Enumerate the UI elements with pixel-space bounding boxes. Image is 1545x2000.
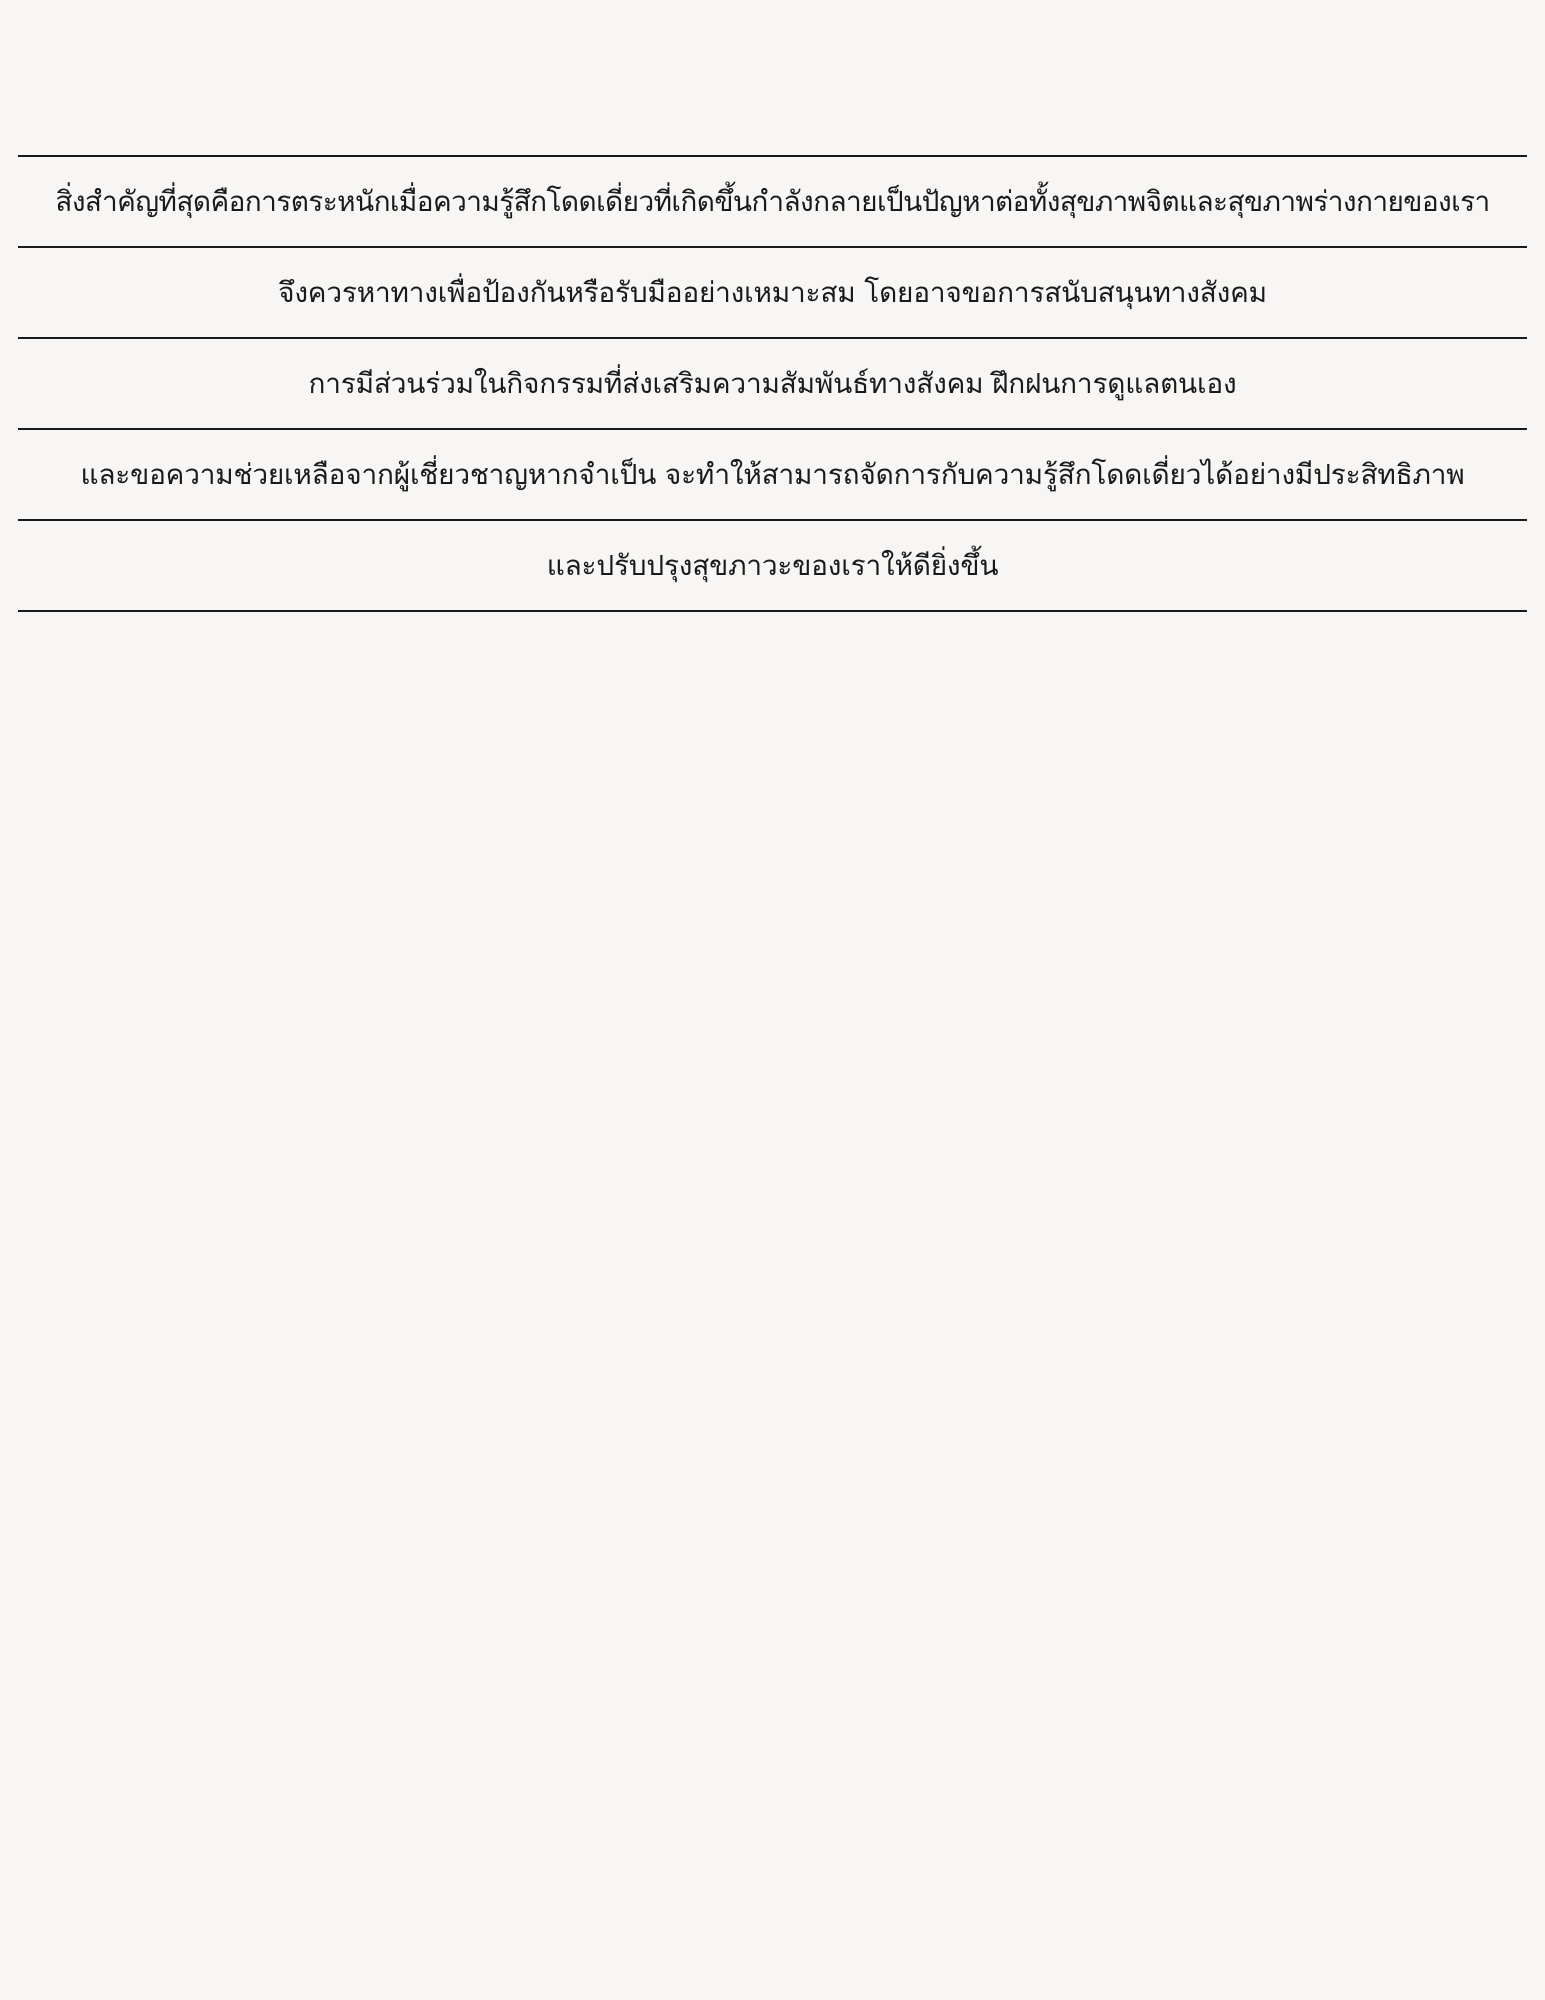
row-text: สิ่งสำคัญที่สุดคือการตระหนักเมื่อความรู้…	[55, 184, 1490, 218]
table-row: และปรับปรุงสุขภาวะของเราให้ดียิ่งขึ้น	[18, 521, 1527, 612]
table-row: การมีส่วนร่วมในกิจกรรมที่ส่งเสริมความสัม…	[18, 339, 1527, 430]
row-text: และขอความช่วยเหลือจากผู้เชี่ยวชาญหากจำเป…	[80, 457, 1465, 491]
table-row: สิ่งสำคัญที่สุดคือการตระหนักเมื่อความรู้…	[18, 157, 1527, 248]
row-text: จึงควรหาทางเพื่อป้องกันหรือรับมืออย่างเห…	[278, 275, 1267, 309]
table-row: และขอความช่วยเหลือจากผู้เชี่ยวชาญหากจำเป…	[18, 430, 1527, 521]
row-text: และปรับปรุงสุขภาวะของเราให้ดียิ่งขึ้น	[546, 548, 999, 582]
row-text: การมีส่วนร่วมในกิจกรรมที่ส่งเสริมความสัม…	[308, 366, 1237, 400]
table-row: จึงควรหาทางเพื่อป้องกันหรือรับมืออย่างเห…	[18, 248, 1527, 339]
text-table: สิ่งสำคัญที่สุดคือการตระหนักเมื่อความรู้…	[18, 155, 1527, 612]
